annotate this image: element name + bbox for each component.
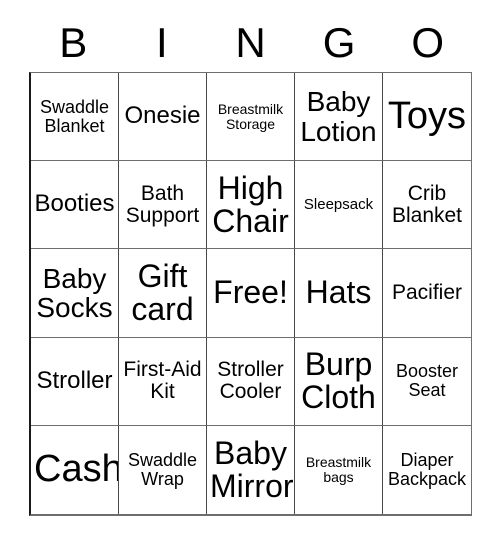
bingo-cell[interactable]: Sleepsack (295, 161, 383, 250)
bingo-cell[interactable]: Baby Socks (31, 249, 119, 338)
bingo-cell[interactable]: Swaddle Wrap (119, 425, 207, 514)
bingo-cell-label: Baby Mirror (210, 434, 294, 504)
bingo-header-letter-n: N (235, 19, 266, 66)
bingo-card: B I N G O Swaddle Blanket Onesie Breastm… (0, 0, 500, 544)
bingo-grid: Swaddle Blanket Onesie Breastmilk Storag… (29, 72, 472, 516)
bingo-cell-label: High Chair (212, 169, 289, 239)
bingo-cell[interactable]: Breastmilk Storage (207, 73, 295, 162)
bingo-cell-label: Diaper Backpack (387, 450, 467, 489)
bingo-cell[interactable]: Gift card (119, 249, 207, 338)
bingo-cell[interactable]: Stroller Cooler (207, 337, 295, 426)
bingo-cell-label: Sleepsack (303, 195, 374, 213)
bingo-cell[interactable]: Baby Mirror (207, 425, 295, 514)
bingo-cell[interactable]: Breastmilk bags (295, 425, 383, 514)
bingo-cell[interactable]: Stroller (31, 337, 119, 426)
bingo-cell-label: Breastmilk Storage (217, 101, 284, 132)
bingo-cell-label: Pacifier (391, 281, 463, 305)
bingo-cell-label: Breastmilk bags (305, 454, 372, 485)
bingo-header-letter-o: O (411, 19, 445, 66)
bingo-cell[interactable]: Onesie (119, 73, 207, 162)
bingo-cell[interactable]: Swaddle Blanket (31, 73, 119, 162)
bingo-cell-label: Booties (34, 190, 115, 218)
bingo-cell-label: Gift card (131, 257, 194, 327)
bingo-cell[interactable]: Burp Cloth (295, 337, 383, 426)
bingo-cell[interactable]: High Chair (207, 161, 295, 250)
bingo-cell[interactable]: Toys (383, 73, 471, 162)
bingo-cell-label: Toys (387, 94, 467, 137)
bingo-cell-label: Baby Lotion (300, 86, 377, 147)
bingo-cell-label: Swaddle Wrap (127, 450, 198, 489)
bingo-cell-label: Hats (305, 274, 372, 311)
bingo-cell-label: Baby Socks (36, 262, 113, 323)
bingo-free-space-cell[interactable]: Free! (207, 249, 295, 338)
bingo-cell[interactable]: Booties (31, 161, 119, 250)
bingo-cell-label: Stroller Cooler (217, 358, 284, 404)
bingo-cell[interactable]: Hats (295, 249, 383, 338)
bingo-cell[interactable]: First-Aid Kit (119, 337, 207, 426)
bingo-cell[interactable]: Bath Support (119, 161, 207, 250)
bingo-cell-label: Onesie (124, 102, 201, 130)
bingo-header-letter-b: B (59, 19, 88, 66)
bingo-cell[interactable]: Baby Lotion (295, 73, 383, 162)
bingo-free-space-label: Free! (213, 274, 288, 311)
bingo-header-letter-g: G (322, 19, 356, 66)
bingo-cell[interactable]: Pacifier (383, 249, 471, 338)
bingo-cell-label: Swaddle Blanket (39, 96, 110, 136)
bingo-cell-label: Stroller (36, 366, 113, 394)
bingo-header-row: B I N G O (29, 14, 472, 72)
bingo-cell[interactable]: Cash (31, 425, 119, 514)
bingo-cell-label: Booster Seat (395, 361, 459, 401)
bingo-cell-label: Burp Cloth (301, 345, 376, 416)
bingo-cell-label: Crib Blanket (391, 181, 463, 227)
bingo-cell[interactable]: Diaper Backpack (383, 425, 471, 514)
bingo-cell[interactable]: Crib Blanket (383, 161, 471, 250)
bingo-cell-label: First-Aid Kit (123, 358, 202, 404)
bingo-cell[interactable]: Booster Seat (383, 337, 471, 426)
bingo-cell-label: Cash (34, 448, 119, 491)
bingo-cell-label: Bath Support (125, 181, 200, 227)
bingo-header-letter-i: I (156, 19, 168, 66)
